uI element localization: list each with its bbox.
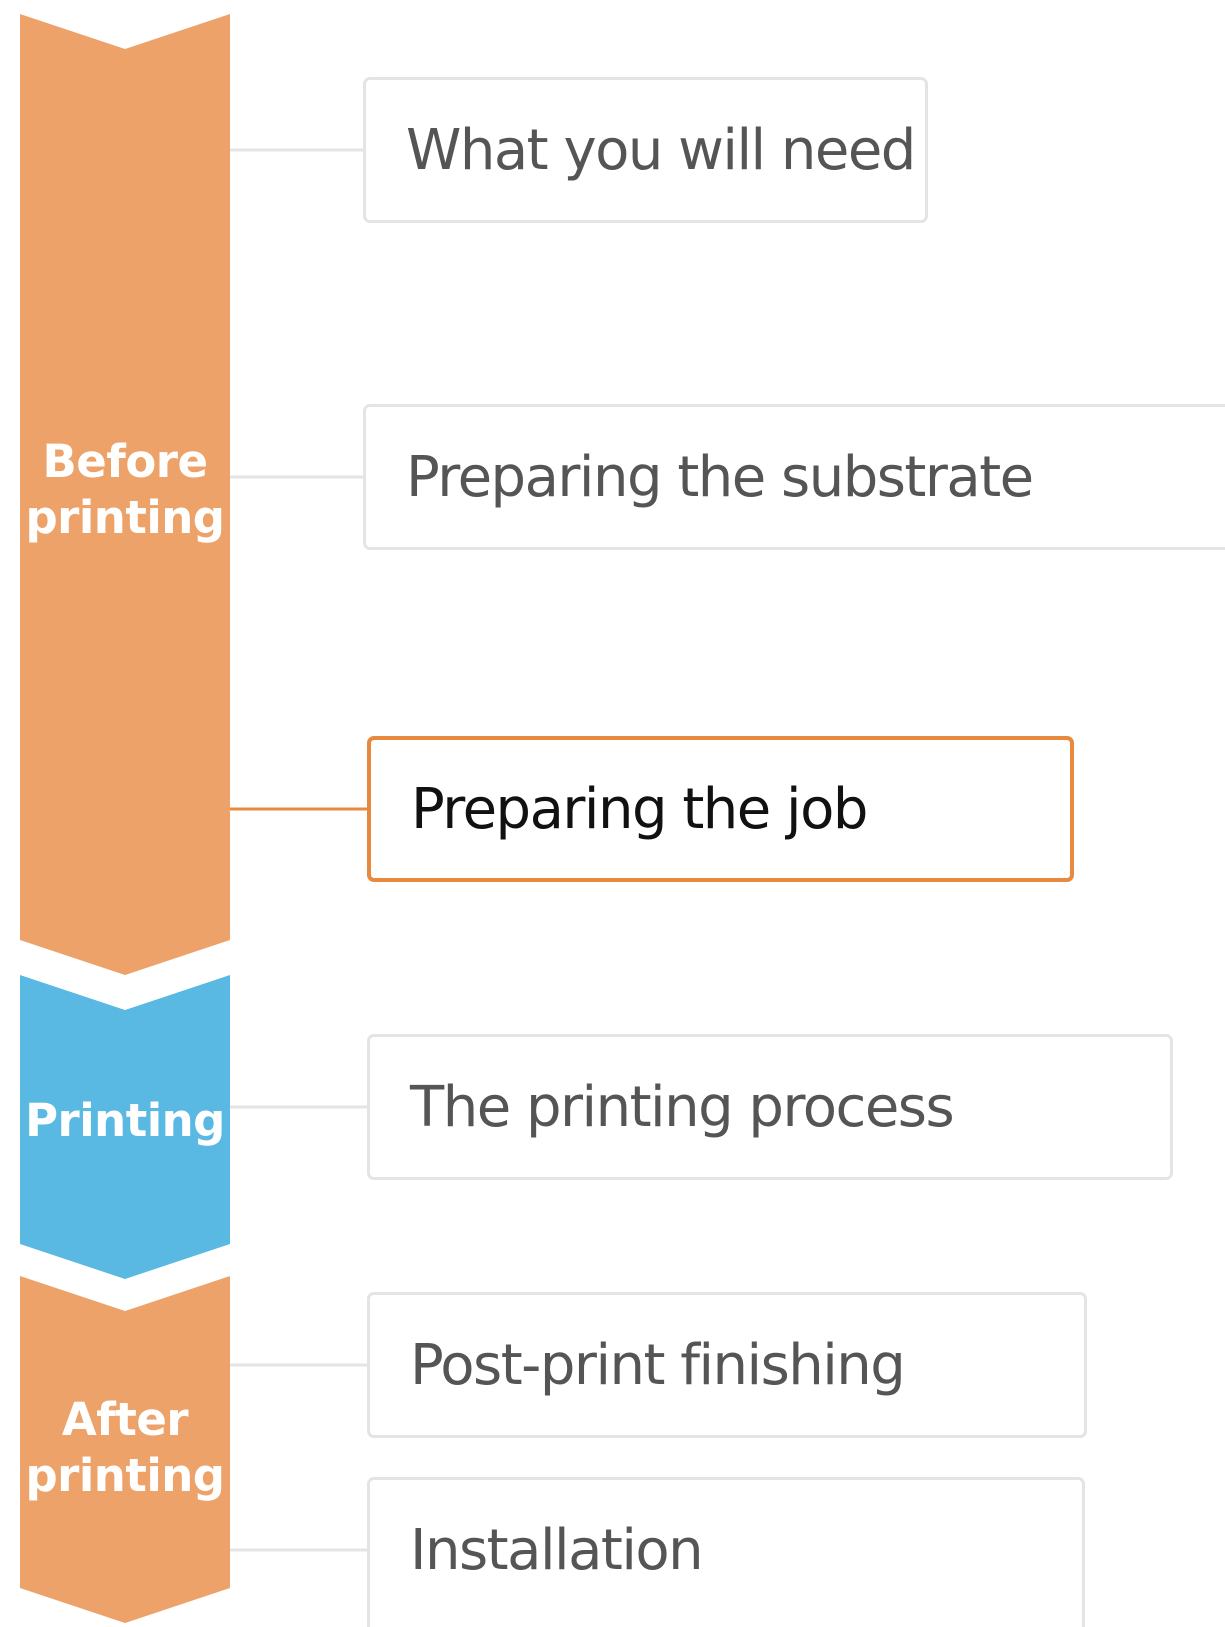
stage-label-after-line-2: printing bbox=[25, 1449, 225, 1502]
step-label: The printing process bbox=[410, 1074, 955, 1140]
stage-label-before-printing: Before printing bbox=[20, 434, 230, 546]
step-preparing-the-job[interactable]: Preparing the job bbox=[367, 736, 1074, 882]
step-what-you-will-need[interactable]: What you will need bbox=[363, 77, 928, 223]
step-label: Preparing the substrate bbox=[406, 444, 1034, 510]
step-post-print-finishing[interactable]: Post-print finishing bbox=[367, 1292, 1087, 1438]
step-label: Installation bbox=[410, 1518, 704, 1583]
step-label: What you will need bbox=[406, 117, 916, 183]
stage-label-after-printing: After printing bbox=[20, 1392, 230, 1504]
stage-label-printing: Printing bbox=[20, 1093, 230, 1149]
step-label: Preparing the job bbox=[411, 776, 868, 842]
stage-label-before-line-2: printing bbox=[25, 491, 225, 544]
stage-label-before-line-1: Before bbox=[42, 435, 208, 488]
step-installation[interactable]: Installation bbox=[367, 1477, 1085, 1627]
stage-label-after-line-1: After bbox=[61, 1393, 189, 1446]
step-label: Post-print finishing bbox=[410, 1332, 906, 1398]
stage-label-printing-line-1: Printing bbox=[25, 1094, 225, 1147]
step-the-printing-process[interactable]: The printing process bbox=[367, 1034, 1173, 1180]
step-preparing-the-substrate[interactable]: Preparing the substrate bbox=[363, 404, 1225, 550]
